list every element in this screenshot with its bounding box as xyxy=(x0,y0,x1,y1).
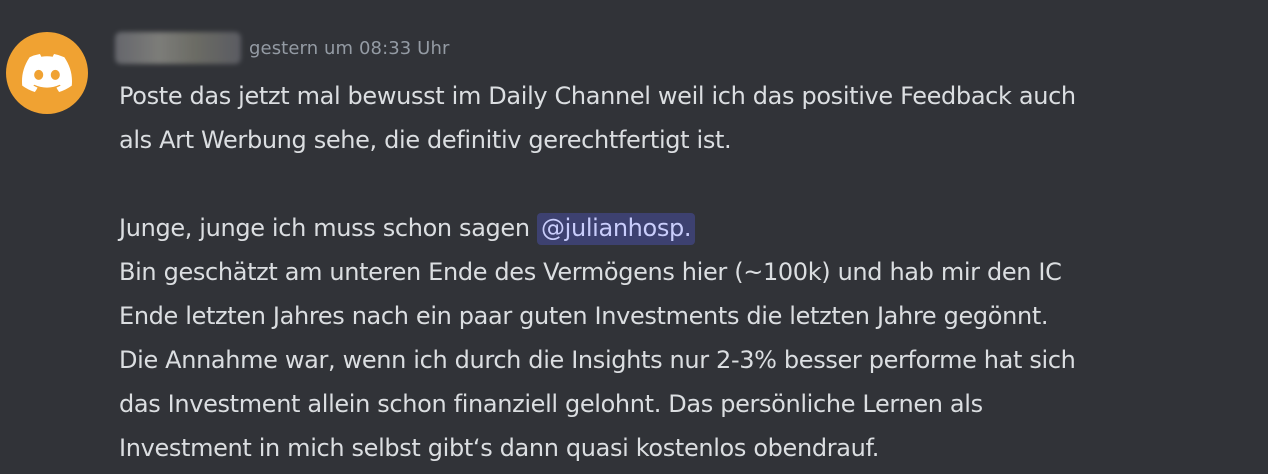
message-line: Junge, junge ich muss schon sagen @julia… xyxy=(119,206,1259,250)
user-mention[interactable]: @julianhosp. xyxy=(537,213,696,245)
avatar[interactable] xyxy=(6,32,88,114)
message-line: das Investment allein schon finanziell g… xyxy=(119,390,983,418)
message-line: als Art Werbung sehe, die definitiv gere… xyxy=(119,126,732,154)
username-redacted[interactable]: username xyxy=(115,32,241,64)
message-header: username gestern um 08:33 Uhr xyxy=(115,30,449,66)
message-content: Poste das jetzt mal bewusst im Daily Cha… xyxy=(119,74,1259,470)
message-line: Poste das jetzt mal bewusst im Daily Cha… xyxy=(119,82,1076,110)
message-line: Ende letzten Jahres nach ein paar guten … xyxy=(119,302,1049,330)
message-text: Junge, junge ich muss schon sagen xyxy=(119,214,537,242)
discord-logo-icon xyxy=(22,54,72,92)
chat-message: username gestern um 08:33 Uhr Poste das … xyxy=(0,0,1268,474)
message-line: Investment in mich selbst gibt‘s dann qu… xyxy=(119,434,880,462)
timestamp[interactable]: gestern um 08:33 Uhr xyxy=(249,38,449,59)
message-line: Bin geschätzt am unteren Ende des Vermög… xyxy=(119,258,1062,286)
message-line: Die Annahme war, wenn ich durch die Insi… xyxy=(119,346,1076,374)
